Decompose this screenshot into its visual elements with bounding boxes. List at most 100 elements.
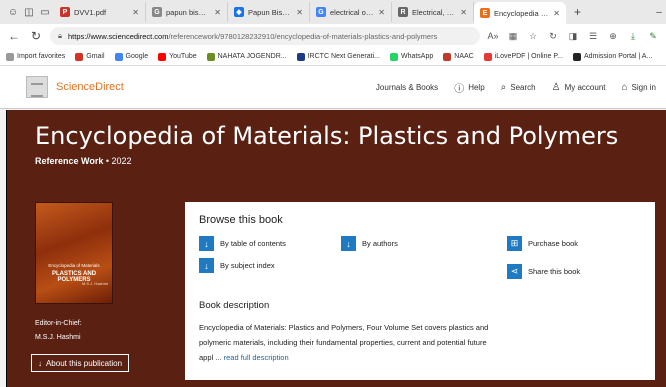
favorite-favicon <box>114 52 123 61</box>
purchase-book-link[interactable]: ⊞ Purchase book <box>507 236 578 251</box>
split-screen-icon[interactable]: ◨ <box>566 31 580 42</box>
favorite-item[interactable]: YouTube <box>158 52 197 61</box>
my-account-label: My account <box>564 82 606 92</box>
editor-label: Editor-in-Chief: <box>35 320 82 327</box>
browser-tab[interactable]: P DVV1.pdf ✕ <box>54 2 146 22</box>
tab-actions-icon[interactable]: ▭ <box>38 5 52 19</box>
help-link[interactable]: ⓘ Help <box>454 80 484 95</box>
browser-tab[interactable]: R Electrical, Optical an✕ <box>392 2 474 22</box>
browser-tab[interactable]: Gelectrical optical anc ✕ <box>310 2 392 22</box>
minimize-icon[interactable]: – <box>652 5 666 19</box>
cart-icon: ⊞ <box>507 236 522 251</box>
favorites-bar: Import favorites Gmail Google YouTube NAHATA… <box>0 48 666 66</box>
about-publication-button[interactable]: ↓ About this publication <box>31 354 129 372</box>
subject-label: By subject index <box>220 261 275 270</box>
favorite-favicon <box>6 52 14 61</box>
favorite-item[interactable]: Gmail <box>75 52 105 61</box>
close-tab-icon[interactable]: ✕ <box>296 8 303 17</box>
purchase-label: Purchase book <box>528 239 579 248</box>
favorite-label: Admission Portal | A... <box>583 53 653 60</box>
my-account-link[interactable]: ♙ My account <box>552 82 606 93</box>
tab-title: DVV1.pdf <box>74 7 107 17</box>
about-publication-label: About this publication <box>45 358 123 368</box>
favorite-label: Import favorites <box>17 53 66 60</box>
favorite-favicon <box>75 52 84 61</box>
favorite-label: NAHATA JOGENDR... <box>217 53 287 60</box>
close-tab-icon[interactable]: ✕ <box>378 8 385 17</box>
down-arrow-icon: ↓ <box>341 236 356 251</box>
work-type: Reference Work <box>35 156 104 166</box>
favorites-list-icon[interactable]: ☰ <box>586 31 600 42</box>
search-link[interactable]: ⌕ Search <box>501 82 536 93</box>
institution-icon: ⌂ <box>621 81 628 93</box>
editor-name[interactable]: M.S.J. Hashmi <box>35 334 81 341</box>
publication-year: • 2022 <box>105 156 132 166</box>
favorite-item[interactable]: NAHATA JOGENDR... <box>206 52 287 61</box>
favorite-item[interactable]: NAAC <box>443 52 474 61</box>
by-authors-link[interactable]: ↓ By authors <box>341 236 398 251</box>
favorite-favicon <box>389 52 398 61</box>
collections-icon[interactable]: ⊕ <box>606 31 620 42</box>
share-book-link[interactable]: ⋖ Share this book <box>507 264 580 279</box>
book-hero: Encyclopedia of Materials: Plastics and … <box>6 110 666 387</box>
browser-tab[interactable]: E Encyclopedia of Mat ✕ <box>474 2 566 24</box>
browse-card: Browse this book ↓ By table of contents … <box>185 202 655 380</box>
download-icon[interactable]: ⤓ <box>626 31 640 42</box>
favorite-favicon <box>443 52 452 61</box>
down-arrow-icon: ↓ <box>199 258 214 273</box>
close-tab-icon[interactable]: ✕ <box>132 8 139 17</box>
favorite-label: WhatsApp <box>400 53 434 60</box>
favorite-label: NAAC <box>454 53 474 60</box>
user-icon: ♙ <box>551 81 561 93</box>
favorite-favicon <box>572 52 581 61</box>
refresh-icon[interactable]: ↻ <box>28 29 44 43</box>
favorite-item[interactable]: iLovePDF | Online P... <box>483 52 563 61</box>
back-arrow-icon[interactable]: ← <box>6 29 22 43</box>
search-icon: ⌕ <box>500 81 507 93</box>
profile-icon[interactable]: ☺ <box>6 5 20 19</box>
favorite-item[interactable]: Import favorites <box>6 52 66 61</box>
read-aloud-icon[interactable]: A» <box>486 31 500 41</box>
favorite-favicon <box>483 52 492 61</box>
book-title: Encyclopedia of Materials: Plastics and … <box>35 122 619 150</box>
browser-tab[interactable]: ◆ Papun Biswas - Goo ✕ <box>228 2 310 22</box>
url-field[interactable]: 🔒︎ https://www.sciencedirect.com/referen… <box>50 27 480 45</box>
by-subject-index-link[interactable]: ↓ By subject index <box>199 258 275 273</box>
workspaces-icon[interactable]: ◫ <box>22 5 36 19</box>
down-arrow-icon: ↓ <box>37 358 42 368</box>
book-description: Encyclopedia of Materials: Plastics and … <box>199 320 499 365</box>
tab-title: papun biswas goog <box>166 7 211 17</box>
close-tab-icon[interactable]: ✕ <box>460 8 467 17</box>
authors-label: By authors <box>362 239 398 248</box>
favorite-favicon <box>206 52 215 61</box>
read-full-description-link[interactable]: read full description <box>224 353 289 362</box>
journals-books-link[interactable]: Journals & Books <box>376 83 438 92</box>
tab-title: electrical optical anc <box>330 7 374 17</box>
refresh-sync-icon[interactable]: ↻ <box>546 31 560 42</box>
favorite-item[interactable]: Admission Portal | A... <box>572 52 653 61</box>
favorite-label: IRCTC Next Generati... <box>307 53 380 60</box>
favorite-item[interactable]: IRCTC Next Generati... <box>296 52 380 61</box>
sign-in-link[interactable]: ⌂ Sign in <box>621 82 656 93</box>
favorite-label: YouTube <box>169 53 197 60</box>
extension-icon[interactable]: ✎ <box>646 31 660 42</box>
close-tab-icon[interactable]: ✕ <box>553 9 560 18</box>
favorite-item[interactable]: WhatsApp <box>389 52 434 61</box>
journals-books-label: Journals & Books <box>375 82 439 92</box>
down-arrow-icon: ↓ <box>199 236 214 251</box>
book-cover[interactable]: Encyclopedia of Materials PLASTICS AND P… <box>35 202 113 304</box>
browser-tab[interactable]: Gpapun biswas goog✕ <box>146 2 228 22</box>
by-table-of-contents-link[interactable]: ↓ By table of contents <box>199 236 286 251</box>
sciencedirect-logo-text[interactable]: ScienceDirect <box>56 81 124 93</box>
elsevier-logo[interactable] <box>26 76 48 98</box>
tab-favicon: G <box>152 7 162 17</box>
close-tab-icon[interactable]: ✕ <box>214 8 221 17</box>
tab-title: Encyclopedia of Mat <box>494 8 549 18</box>
help-label: Help <box>468 82 485 92</box>
favorite-item[interactable]: Google <box>114 52 148 61</box>
new-tab-button[interactable]: + <box>568 5 587 19</box>
app-available-icon[interactable]: ▦ <box>506 31 520 42</box>
favorite-star-icon[interactable]: ☆ <box>526 31 540 42</box>
url-host: https://www.sciencedirect.com <box>68 31 169 41</box>
lock-icon: 🔒︎ <box>58 31 62 40</box>
